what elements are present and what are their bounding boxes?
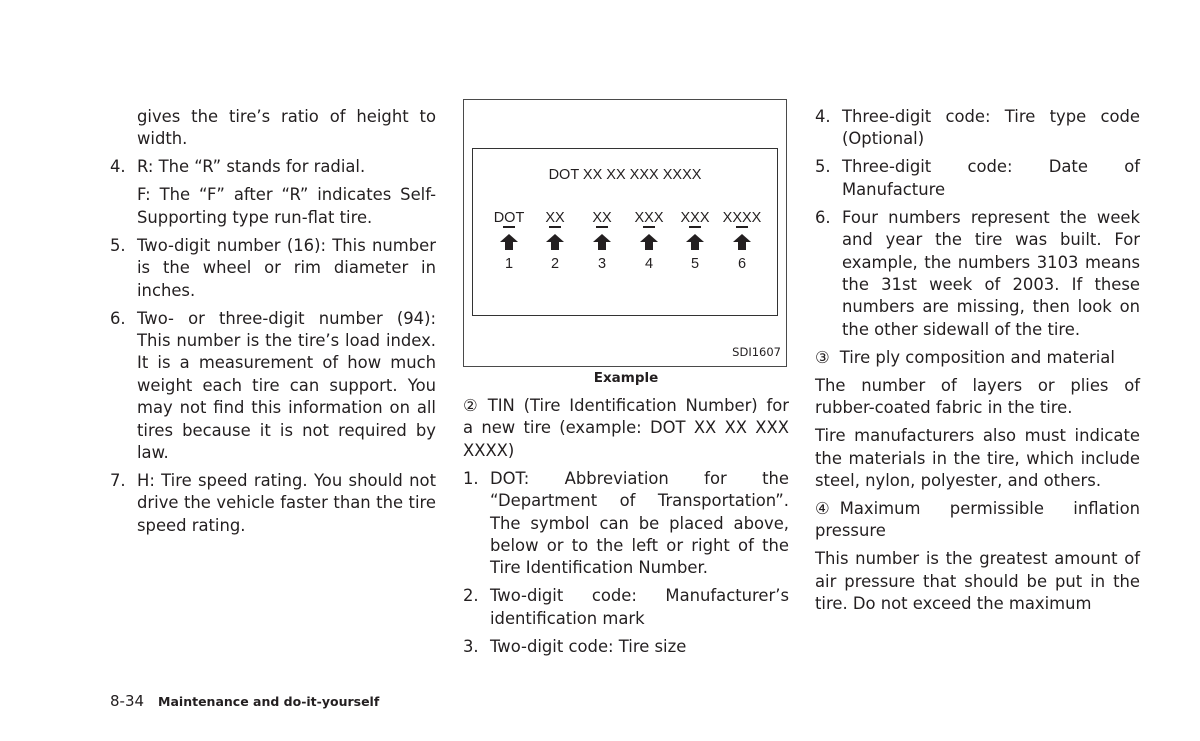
segment-number: 2 — [550, 255, 560, 272]
segment-underline — [503, 226, 515, 228]
item-text: H: Tire speed rating. You should not dri… — [137, 471, 436, 535]
up-arrow-icon — [546, 233, 564, 250]
right-column: 4. Three-digit code: Tire type code (Opt… — [815, 106, 1140, 621]
segment-underline — [689, 226, 701, 228]
heading-text: Tire ply composition and material — [839, 347, 1115, 367]
tin-figure-inner-box: DOT XX XX XXX XXXX DOT 1 XX 2 XX 3 XXX 4… — [472, 148, 778, 316]
list-item: 2. Two-digit code: Manufacturer’s identi… — [463, 585, 789, 630]
item-text: Four numbers represent the week and year… — [842, 207, 1140, 339]
intro-continuation: gives the tire’s ratio of height to widt… — [137, 107, 436, 149]
item-text: R: The “R” stands for radial. — [137, 157, 366, 177]
list-item: 5. Two-digit number (16): This number is… — [110, 235, 436, 302]
list-item: 4. Three-digit code: Tire type code (Opt… — [815, 106, 1140, 151]
up-arrow-icon — [686, 233, 704, 250]
segment-label: XX — [545, 210, 565, 226]
page-footer: 8-34 Maintenance and do-it-yourself — [110, 692, 379, 710]
segment-underline — [549, 226, 561, 228]
item-number: 4. — [110, 157, 126, 177]
tin-segment: XX 2 — [532, 207, 578, 275]
segment-label: XXX — [634, 210, 664, 226]
list-item: 1. DOT: Abbreviation for the “Department… — [463, 468, 789, 580]
paragraph: The number of layers or plies of rubber-… — [815, 375, 1140, 418]
section-title: Maintenance and do-it-yourself — [158, 694, 380, 709]
section-heading-tin: ② TIN (Tire Identification Number) for a … — [463, 395, 789, 462]
tin-segment: XX 3 — [579, 207, 625, 275]
tin-segment: DOT 1 — [486, 207, 532, 275]
middle-column: DOT XX XX XXX XXXX DOT 1 XX 2 XX 3 XXX 4… — [463, 99, 789, 664]
segment-underline — [736, 226, 748, 228]
item-text: Two-digit number (16): This number is th… — [137, 235, 436, 300]
segment-underline — [596, 226, 608, 228]
item-number: 4. — [815, 107, 831, 126]
up-arrow-icon — [640, 233, 658, 250]
up-arrow-icon — [593, 233, 611, 250]
tin-code-line: DOT XX XX XXX XXXX — [548, 167, 702, 183]
paragraph: Tire manufacturers also must indicate th… — [815, 426, 1140, 491]
list-item: 3. Two-digit code: Tire size — [463, 636, 789, 658]
item-text: Three-digit code: Tire type code (Option… — [842, 107, 1140, 149]
item-number: 5. — [815, 157, 831, 177]
circled-number-3: ③ — [815, 347, 830, 367]
section-heading-inflation: ④ Maximum permissible inflation pressure — [815, 498, 1140, 543]
item-text: DOT: Abbreviation for the “Department of… — [490, 468, 789, 578]
item-number: 5. — [110, 235, 126, 255]
circled-number-2: ② — [463, 396, 478, 415]
segment-label: DOT — [493, 210, 525, 226]
section-heading-ply: ③ Tire ply composition and material — [815, 347, 1140, 369]
item-number: 3. — [463, 636, 479, 656]
tin-segment: XXX 5 — [672, 207, 718, 275]
left-column: gives the tire’s ratio of height to widt… — [110, 106, 436, 543]
segment-label: XXX — [680, 210, 710, 226]
segment-number: 1 — [504, 255, 514, 272]
segment-number: 6 — [737, 255, 747, 272]
tin-figure: DOT XX XX XXX XXXX DOT 1 XX 2 XX 3 XXX 4… — [463, 99, 787, 367]
item-number: 1. — [463, 468, 479, 488]
up-arrow-icon — [733, 233, 751, 250]
item-number: 6. — [110, 308, 126, 328]
figure-caption: Example — [593, 370, 659, 386]
item-text: Two- or three-digit number (94): This nu… — [137, 308, 436, 463]
figure-id: SDI1607 — [732, 344, 781, 359]
item-text: Three-digit code: Date of Manufacture — [842, 157, 1140, 199]
paragraph: This number is the greatest amount of ai… — [815, 549, 1140, 614]
item-text: Two-digit code: Manufacturer’s identific… — [490, 586, 789, 628]
item-number: 6. — [815, 207, 831, 227]
list-item: 7. H: Tire speed rating. You should not … — [110, 470, 436, 537]
item-number: 7. — [110, 471, 126, 491]
tin-segment: XXXX 6 — [719, 207, 765, 275]
segment-number: 4 — [644, 255, 654, 272]
heading-text: Maximum permissible inflation pressure — [815, 499, 1140, 541]
list-item: 6. Four numbers represent the week and y… — [815, 207, 1140, 341]
segment-label: XXXX — [722, 210, 762, 226]
page-number: 8-34 — [110, 692, 145, 710]
list-item: 4. R: The “R” stands for radial. — [110, 156, 436, 178]
segment-underline — [643, 226, 655, 228]
item-extra: F: The “F” after “R” indicates Self-Supp… — [137, 185, 436, 227]
segment-number: 3 — [597, 255, 607, 272]
segment-label: XX — [592, 210, 612, 226]
tin-segment: XXX 4 — [626, 207, 672, 275]
up-arrow-icon — [500, 233, 518, 250]
item-text: Two-digit code: Tire size — [490, 636, 687, 656]
item-number: 2. — [463, 586, 479, 606]
segment-number: 5 — [690, 255, 700, 272]
list-item: 5. Three-digit code: Date of Manufacture — [815, 156, 1140, 201]
circled-number-4: ④ — [815, 499, 830, 519]
heading-text: TIN (Tire Identification Number) for a n… — [463, 396, 789, 460]
list-item: 6. Two- or three-digit number (94): This… — [110, 308, 436, 465]
